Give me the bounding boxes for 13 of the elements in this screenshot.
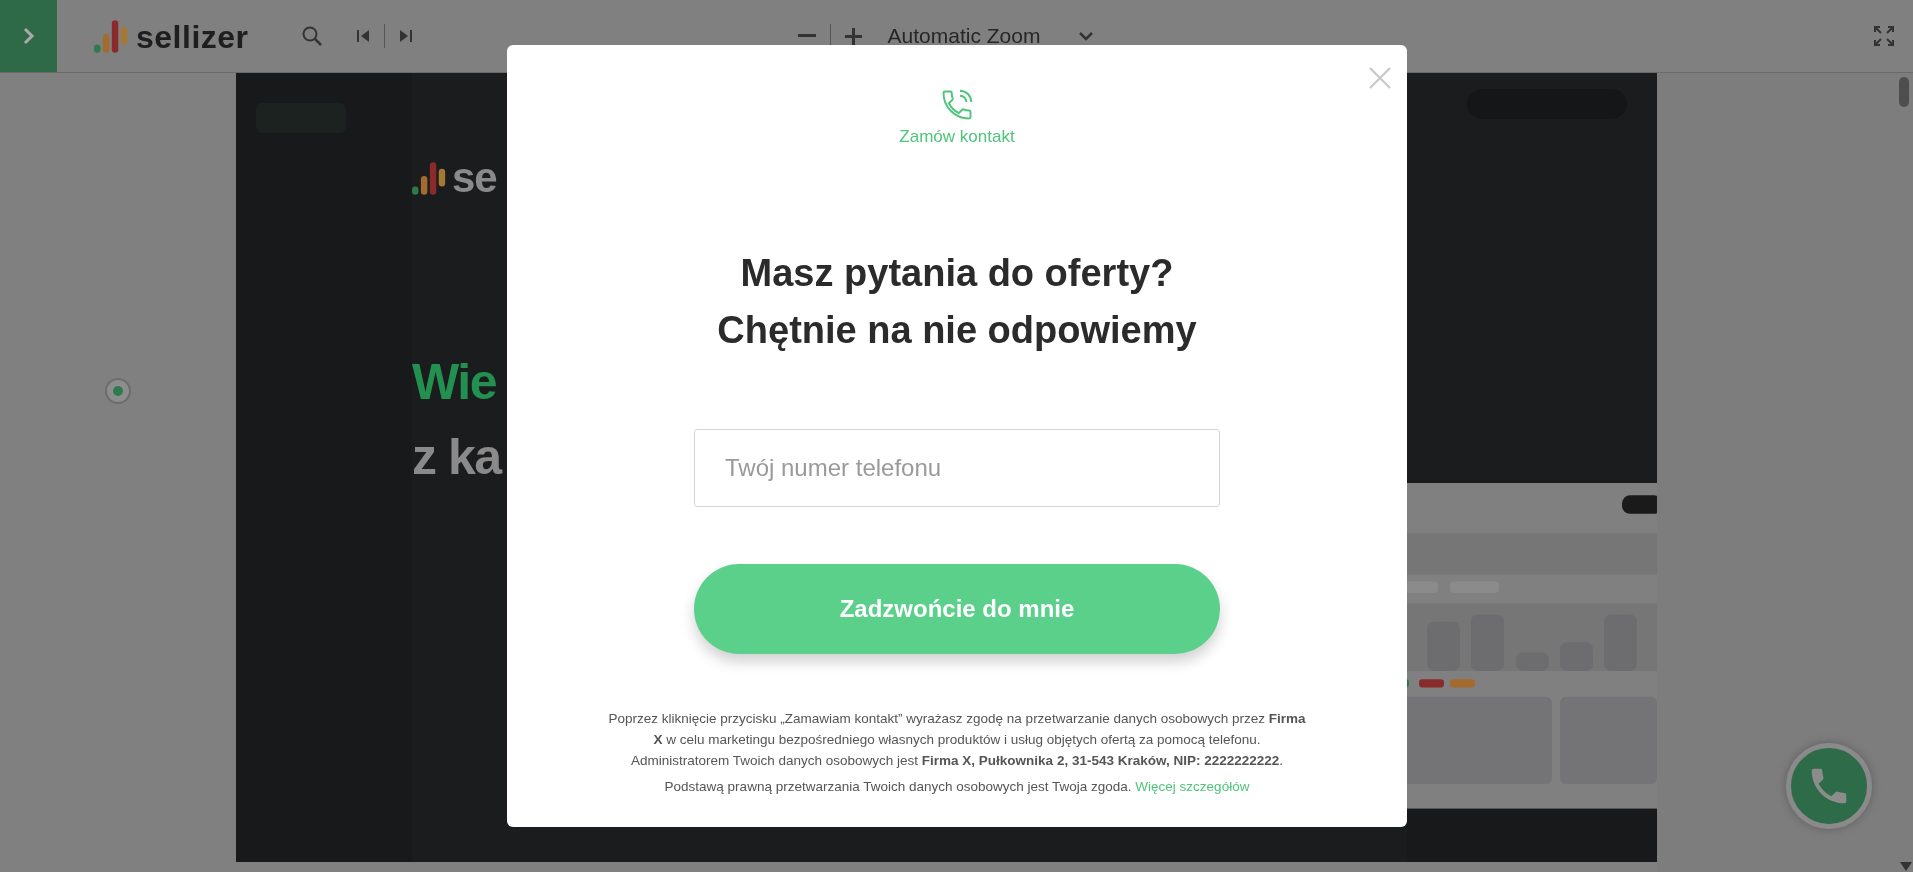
legal-basis-text: Podstawą prawną przetwarzania Twoich danych osobowych jest Twoja zgoda. Więcej szczegółów xyxy=(664,779,1250,794)
headline: z ka xyxy=(412,427,501,487)
logo-text: sellizer xyxy=(136,20,249,53)
headline: Wie xyxy=(412,352,496,412)
dialog-title: Chętnie na nie odpowiemy xyxy=(717,308,1197,353)
consent-text: Poprzez kliknięcie przycisku „Zamawiam kontakt” wyrażasz zgodę na przetwarzanie danych osobowych przez Firma X w celu marketingu bezpośredniego własnych produktów i usług objętych ofertą za pomocą telefonu. Administratorem Twoich danych osobowych jest Firma X, Pułkownika 2, 31-543 Kraków, NIP: 2222222222. xyxy=(607,710,1307,770)
logo-text: se xyxy=(452,161,497,195)
zoom-select[interactable]: Automatic Zoom xyxy=(887,24,1041,48)
more-details-link[interactable]: Więcej szczegółów xyxy=(1135,779,1250,794)
phone-input-field[interactable]: Twój numer telefonu xyxy=(694,429,1220,507)
call-me-button[interactable]: Zadzwońcie do mnie xyxy=(694,564,1220,654)
dialog-title: Masz pytania do oferty? xyxy=(739,251,1175,296)
dialog-label: Zamów kontakt xyxy=(899,127,1015,147)
